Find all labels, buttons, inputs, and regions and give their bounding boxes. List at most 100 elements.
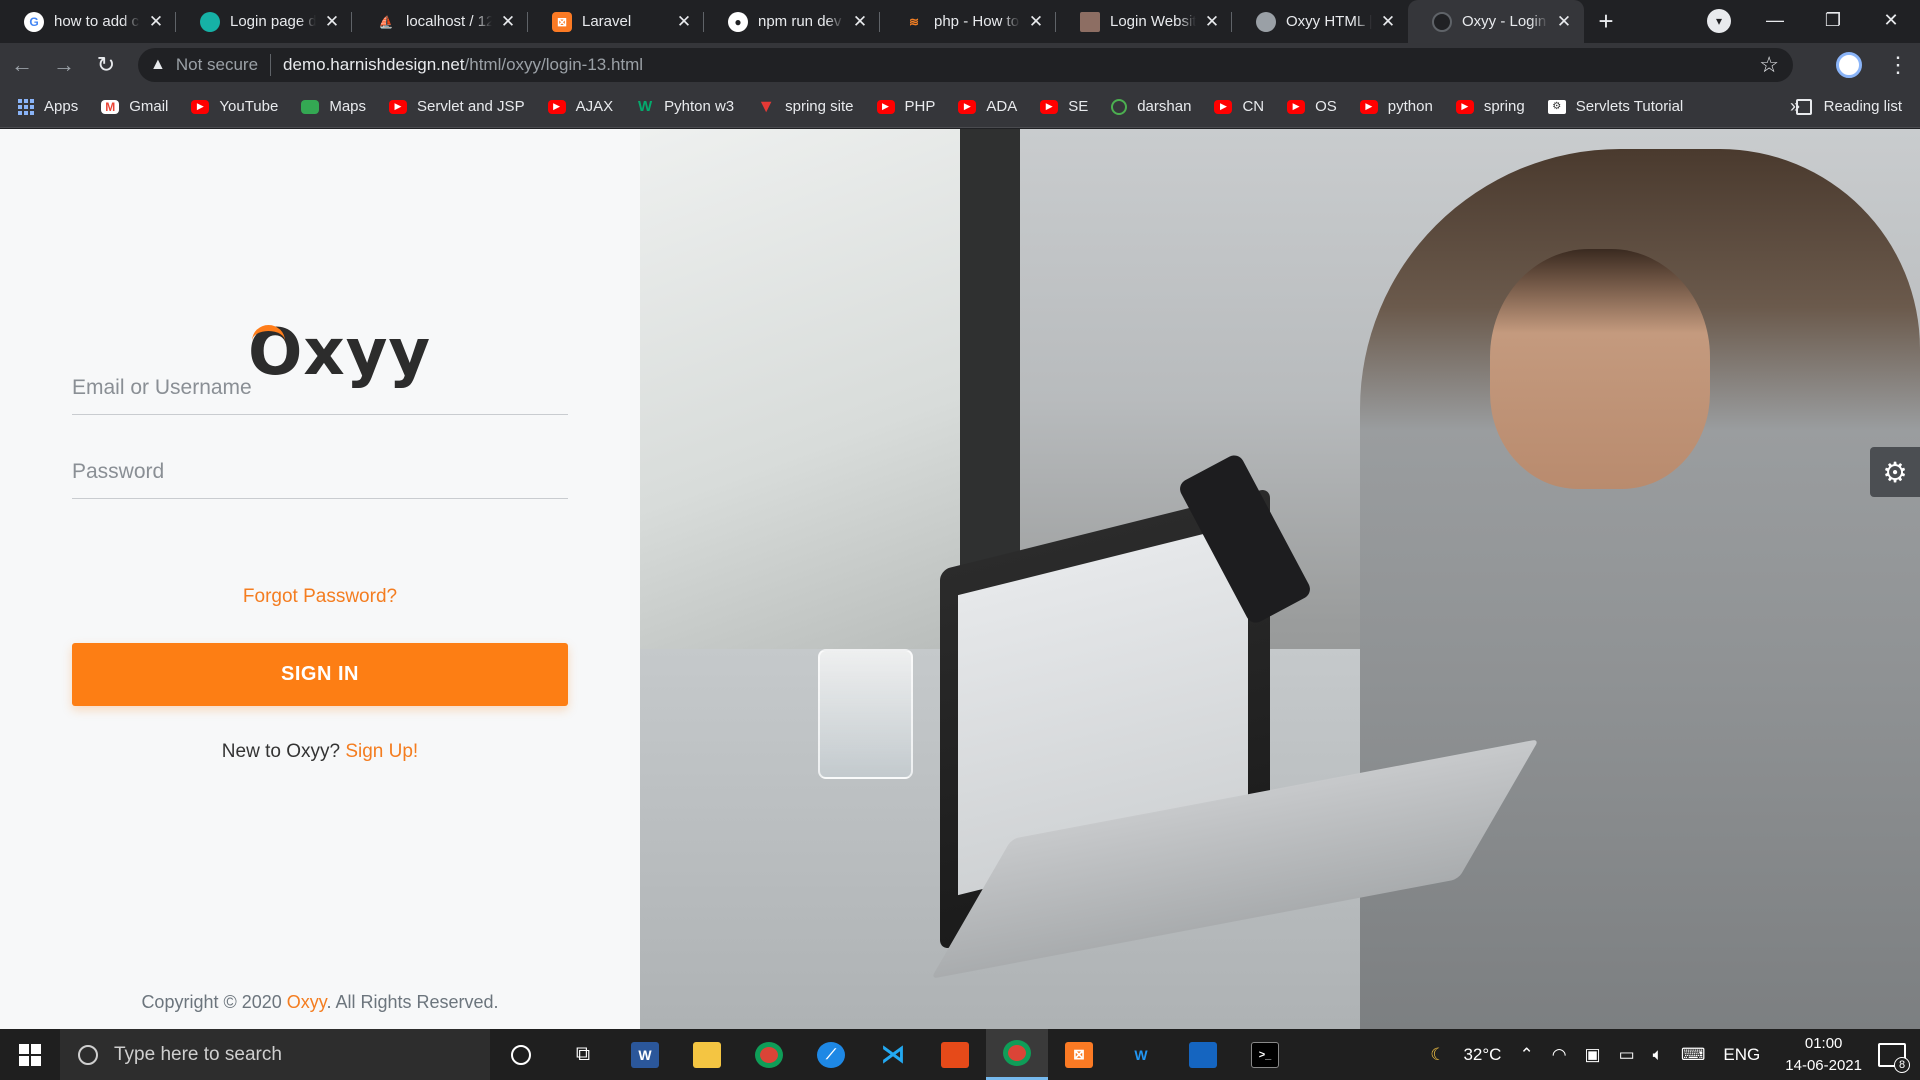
bookmark-ada[interactable]: ▶ ADA xyxy=(958,98,1017,115)
bookmark-apps[interactable]: Apps xyxy=(18,98,78,115)
task-view-icon[interactable]: ⧉ xyxy=(552,1029,614,1080)
start-button[interactable] xyxy=(0,1029,60,1080)
bookmark-python[interactable]: ▶ python xyxy=(1359,98,1433,115)
bookmark-se[interactable]: ▶ SE xyxy=(1040,98,1088,115)
vscode-icon[interactable]: ⋊ xyxy=(862,1029,924,1080)
cortana-icon[interactable] xyxy=(490,1029,552,1080)
bookmark-gmail[interactable]: M Gmail xyxy=(101,98,168,115)
minimize-icon[interactable]: — xyxy=(1746,0,1804,40)
phpmyadmin-icon: ⛵ xyxy=(378,14,394,29)
language-indicator[interactable]: ENG xyxy=(1723,1045,1760,1065)
sign-in-button[interactable]: SIGN IN xyxy=(72,643,568,706)
address-bar[interactable]: ▲ Not secure demo.harnishdesign.net/html… xyxy=(138,48,1793,82)
password-input[interactable] xyxy=(72,459,568,484)
bookmark-label: spring xyxy=(1483,98,1525,115)
bookmark-php[interactable]: ▶ PHP xyxy=(876,98,935,115)
browser-tab[interactable]: Login Website ✕ xyxy=(1056,0,1232,43)
browser-tab-active[interactable]: Oxyy - Login and Register ✕ xyxy=(1408,0,1584,43)
bookmark-label: Maps xyxy=(329,98,367,115)
windows-logo-icon xyxy=(19,1043,41,1066)
bookmark-ajax[interactable]: ▶ AJAX xyxy=(547,98,614,115)
sign-up-link[interactable]: Sign Up! xyxy=(345,741,418,762)
forward-icon[interactable]: → xyxy=(44,47,84,83)
close-tab-icon[interactable]: ✕ xyxy=(498,12,518,32)
bookmark-spring-site[interactable]: ▼ spring site xyxy=(757,96,854,116)
close-tab-icon[interactable]: ✕ xyxy=(1026,12,1046,32)
tab-title: Login Website xyxy=(1110,13,1196,30)
volume-icon[interactable]: 🔈︎ xyxy=(1653,1045,1663,1065)
security-label[interactable]: Not secure xyxy=(176,55,258,75)
bookmark-youtube[interactable]: ▶ YouTube xyxy=(191,98,278,115)
keyboard-icon[interactable]: ⌨ xyxy=(1681,1045,1706,1065)
menu-icon[interactable]: ⋮ xyxy=(1886,52,1910,78)
back-icon[interactable]: ← xyxy=(2,47,42,83)
close-tab-icon[interactable]: ✕ xyxy=(1554,12,1574,32)
settings-gear-icon[interactable]: ⚙ xyxy=(1870,447,1920,497)
bookmark-star-icon[interactable]: ☆ xyxy=(1759,52,1779,78)
wifi-icon[interactable]: ◠ xyxy=(1552,1045,1567,1065)
new-tab-button[interactable]: + xyxy=(1584,0,1628,43)
tab-title: npm run dev Error xyxy=(758,13,844,30)
xampp-icon[interactable]: ⊠ xyxy=(1048,1029,1110,1080)
tab-title: how to add css xyxy=(54,13,140,30)
reading-list-label: Reading list xyxy=(1823,98,1902,115)
bookmark-os[interactable]: ▶ OS xyxy=(1287,98,1337,115)
bookmark-label: Gmail xyxy=(129,98,169,115)
clock[interactable]: 01:00 14-06-2021 xyxy=(1785,1033,1862,1077)
bookmark-label: spring site xyxy=(785,98,854,115)
close-tab-icon[interactable]: ✕ xyxy=(322,12,342,32)
bookmark-maps[interactable]: Maps xyxy=(301,98,366,115)
photos-icon[interactable] xyxy=(1172,1029,1234,1080)
browser-tab[interactable]: Login page design ✕ xyxy=(176,0,352,43)
gmail-icon: M xyxy=(101,99,120,114)
notifications-icon[interactable]: 8 xyxy=(1878,1042,1910,1073)
reload-icon[interactable]: ↻ xyxy=(86,47,126,83)
browser-tab[interactable]: ≋ php - How to fix ✕ xyxy=(880,0,1056,43)
bookmark-label: Apps xyxy=(44,98,79,115)
close-tab-icon[interactable]: ✕ xyxy=(146,12,166,32)
security-icon[interactable]: ▣ xyxy=(1585,1045,1601,1065)
close-tab-icon[interactable]: ✕ xyxy=(674,12,694,32)
bookmark-cn[interactable]: ▶ CN xyxy=(1214,98,1264,115)
warning-icon[interactable]: ▲ xyxy=(150,56,166,74)
copyright-brand-link[interactable]: Oxyy xyxy=(287,992,327,1012)
wave-icon[interactable]: W xyxy=(1110,1029,1172,1080)
close-tab-icon[interactable]: ✕ xyxy=(1202,12,1222,32)
bookmark-darshan[interactable]: darshan xyxy=(1111,98,1191,115)
browser-tab[interactable]: ⛵ localhost / 127.0.0.1 ✕ xyxy=(352,0,528,43)
browser-tab[interactable]: Oxyy HTML | Harnish ✕ xyxy=(1232,0,1408,43)
reading-list-button[interactable]: Reading list xyxy=(1795,98,1902,115)
photo-window-area xyxy=(640,129,960,649)
close-tab-icon[interactable]: ✕ xyxy=(1378,12,1398,32)
weather-temp[interactable]: 32°C xyxy=(1463,1045,1501,1065)
browser-tab[interactable]: G how to add css ✕ xyxy=(0,0,176,43)
tab-title: Oxyy - Login and Register xyxy=(1462,13,1548,30)
terminal-icon[interactable]: >_ xyxy=(1234,1029,1296,1080)
file-explorer-icon[interactable] xyxy=(676,1029,738,1080)
profile-avatar-icon[interactable] xyxy=(1836,51,1862,78)
battery-icon[interactable]: ▭ xyxy=(1619,1045,1635,1065)
word-icon[interactable]: W xyxy=(614,1029,676,1080)
bookmark-python-w3[interactable]: W Pyhton w3 xyxy=(636,98,734,115)
close-window-icon[interactable]: ✕ xyxy=(1862,0,1920,40)
bookmark-spring[interactable]: ▶ spring xyxy=(1455,98,1525,115)
restore-icon[interactable]: ❐ xyxy=(1804,0,1862,40)
chrome-icon[interactable] xyxy=(738,1029,800,1080)
bookmark-servlet-jsp[interactable]: ▶ Servlet and JSP xyxy=(389,98,525,115)
office-icon[interactable] xyxy=(924,1029,986,1080)
chevron-up-icon[interactable]: ⌃ xyxy=(1519,1045,1533,1065)
bookmark-servlets-tutorial[interactable]: ⚙ Servlets Tutorial xyxy=(1547,98,1684,115)
safari-icon[interactable]: ⟋ xyxy=(800,1029,862,1080)
browser-tab[interactable]: ● npm run dev Error ✕ xyxy=(704,0,880,43)
bookmark-label: Servlets Tutorial xyxy=(1575,98,1684,115)
tab-search-icon[interactable]: ▾ xyxy=(1707,9,1731,33)
weather-icon[interactable]: ☾ xyxy=(1430,1045,1445,1065)
forgot-password-link[interactable]: Forgot Password? xyxy=(0,586,640,608)
windows-taskbar: Type here to search ⧉ W ⟋ ⋊ ⊠ W >_ ☾ 32°… xyxy=(0,1029,1920,1080)
email-input[interactable] xyxy=(72,375,568,400)
chrome-active-icon[interactable] xyxy=(986,1029,1048,1080)
bookmark-label: AJAX xyxy=(575,98,614,115)
taskbar-search[interactable]: Type here to search xyxy=(60,1029,490,1080)
browser-tab[interactable]: ⊠ Laravel ✕ xyxy=(528,0,704,43)
close-tab-icon[interactable]: ✕ xyxy=(850,12,870,32)
